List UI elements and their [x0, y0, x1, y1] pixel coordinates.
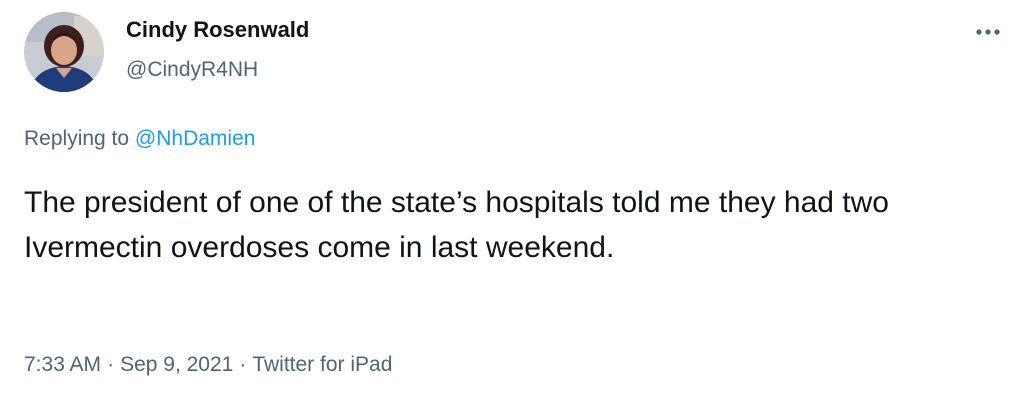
tweet-card: Cindy Rosenwald @CindyR4NH Replying to @… — [0, 0, 1024, 412]
meta-separator: · — [107, 353, 115, 376]
more-horizontal-icon — [976, 29, 1000, 35]
author-handle[interactable]: @CindyR4NH — [126, 58, 258, 82]
tweet-meta: 7:33 AM · Sep 9, 2021 · Twitter for iPad — [24, 353, 392, 377]
profile-photo — [24, 12, 104, 92]
tweet-text: The president of one of the state’s hosp… — [24, 186, 889, 264]
tweet-source[interactable]: Twitter for iPad — [252, 353, 392, 376]
more-options-button[interactable] — [974, 22, 1002, 42]
meta-separator: · — [239, 353, 247, 376]
tweet-date[interactable]: Sep 9, 2021 — [120, 353, 233, 376]
reply-mention-link[interactable]: @NhDamien — [135, 127, 256, 150]
avatar[interactable] — [24, 12, 104, 92]
replying-to-label: Replying to — [24, 127, 130, 150]
author-display-name[interactable]: Cindy Rosenwald — [126, 17, 309, 43]
replying-to: Replying to @NhDamien — [24, 127, 255, 151]
tweet-time[interactable]: 7:33 AM — [24, 353, 101, 376]
